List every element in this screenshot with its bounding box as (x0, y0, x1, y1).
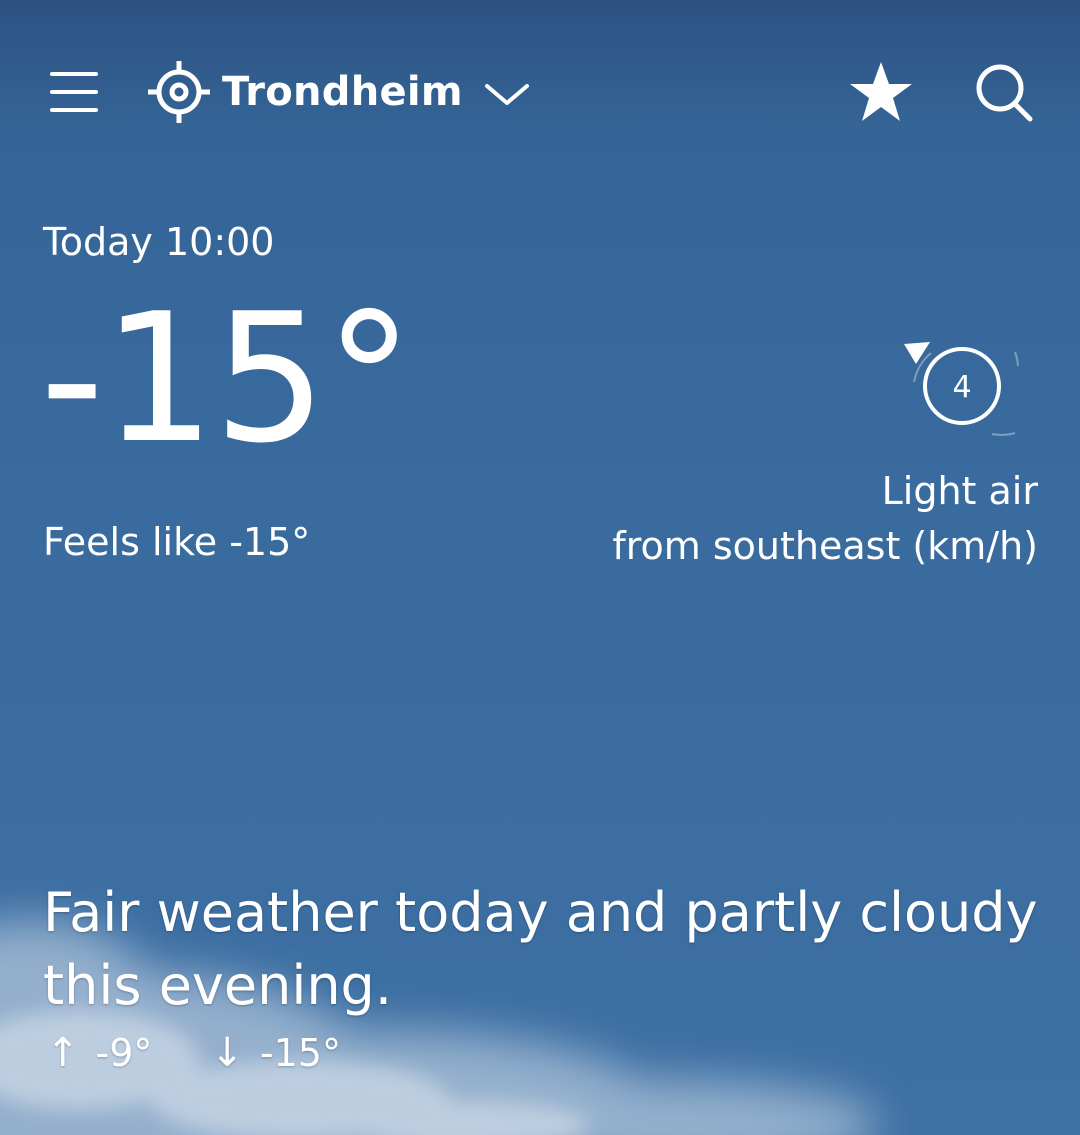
forecast-summary: Fair weather today and partly cloudy thi… (43, 881, 1038, 1017)
arrow-down-icon: ↓ (210, 1030, 244, 1076)
wind-description: Light air from southeast (km/h) (612, 464, 1038, 574)
search-button[interactable] (972, 62, 1038, 124)
top-app-bar: Trondheim (0, 0, 1080, 180)
wind-direction-icon: 4 (904, 342, 1019, 436)
wind-direction: from southeast (km/h) (612, 524, 1038, 568)
menu-button[interactable] (50, 72, 100, 112)
star-icon (850, 62, 912, 121)
favorite-button[interactable] (848, 60, 914, 124)
min-temperature: -15° (259, 1031, 341, 1075)
hamburger-menu-icon (50, 72, 98, 76)
time-label: Today 10:00 (43, 220, 275, 264)
location-selector[interactable]: Trondheim (148, 56, 529, 128)
min-max-temperature: ↑ -9° ↓ -15° (46, 1030, 341, 1076)
chevron-down-icon (484, 84, 529, 105)
location-name: Trondheim (222, 69, 463, 115)
feels-like: Feels like -15° (43, 520, 311, 564)
wind-speed: 4 (952, 370, 971, 405)
wind-strength: Light air (881, 469, 1038, 513)
arrow-up-icon: ↑ (46, 1030, 80, 1076)
max-temperature: -9° (95, 1031, 153, 1075)
search-icon (976, 64, 1033, 122)
crosshair-location-icon (148, 61, 210, 123)
temperature: -15° (40, 275, 414, 482)
